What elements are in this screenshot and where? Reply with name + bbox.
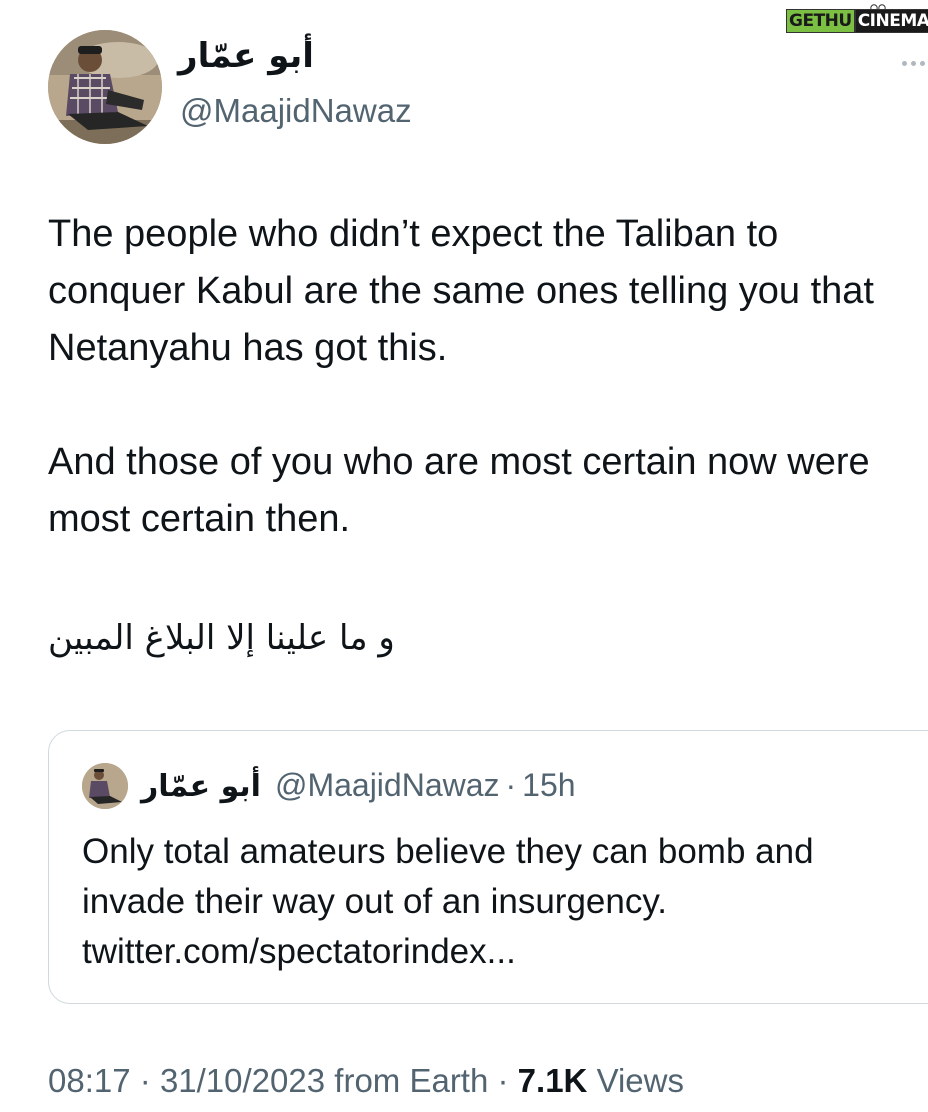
separator-dot: ·	[505, 767, 517, 803]
tweet-date[interactable]: 31/10/2023	[160, 1062, 325, 1099]
views-label: Views	[596, 1062, 684, 1099]
avatar[interactable]	[48, 30, 162, 144]
watermark-part1: GETHU	[786, 9, 855, 33]
more-horizontal-icon[interactable]	[902, 58, 926, 68]
separator-dot: ·	[497, 1062, 509, 1099]
tweet-source: from Earth	[334, 1062, 489, 1099]
quoted-header: أبو عمّار @MaajidNawaz · 15h	[141, 767, 576, 804]
views-count: 7.1K	[517, 1062, 588, 1099]
tweet-arabic-line: و ما علينا إلا البلاغ المبين	[48, 618, 395, 658]
tweet-meta: 08:17 · 31/10/2023 from Earth · 7.1K Vie…	[48, 1062, 684, 1100]
quoted-tweet-text: Only total amateurs believe they can bom…	[82, 827, 922, 977]
watermark-logo: GETHU CINEMA	[786, 4, 928, 38]
watermark-part2: CINEMA	[854, 9, 928, 33]
tweet-time[interactable]: 08:17	[48, 1062, 131, 1099]
quoted-line-2: invade their way out of an insurgency.	[82, 882, 667, 921]
quoted-avatar	[82, 763, 128, 809]
handle[interactable]: @MaajidNawaz	[180, 92, 412, 130]
tweet-paragraph-2: And those of you who are most certain no…	[48, 441, 870, 540]
tweet-text: The people who didn’t expect the Taliban…	[48, 206, 908, 548]
separator-dot: ·	[139, 1062, 151, 1099]
quoted-line-1: Only total amateurs believe they can bom…	[82, 832, 814, 871]
quoted-display-name: أبو عمّار	[141, 769, 261, 804]
tweet-paragraph-1: The people who didn’t expect the Taliban…	[48, 213, 874, 369]
display-name[interactable]: أبو عمّار	[178, 36, 314, 76]
quoted-handle: @MaajidNawaz	[274, 767, 500, 803]
quoted-link[interactable]: twitter.com/spectatorindex...	[82, 927, 922, 977]
quoted-timestamp: 15h	[522, 767, 576, 803]
quoted-tweet-card[interactable]: أبو عمّار @MaajidNawaz · 15h Only total …	[48, 730, 928, 1004]
